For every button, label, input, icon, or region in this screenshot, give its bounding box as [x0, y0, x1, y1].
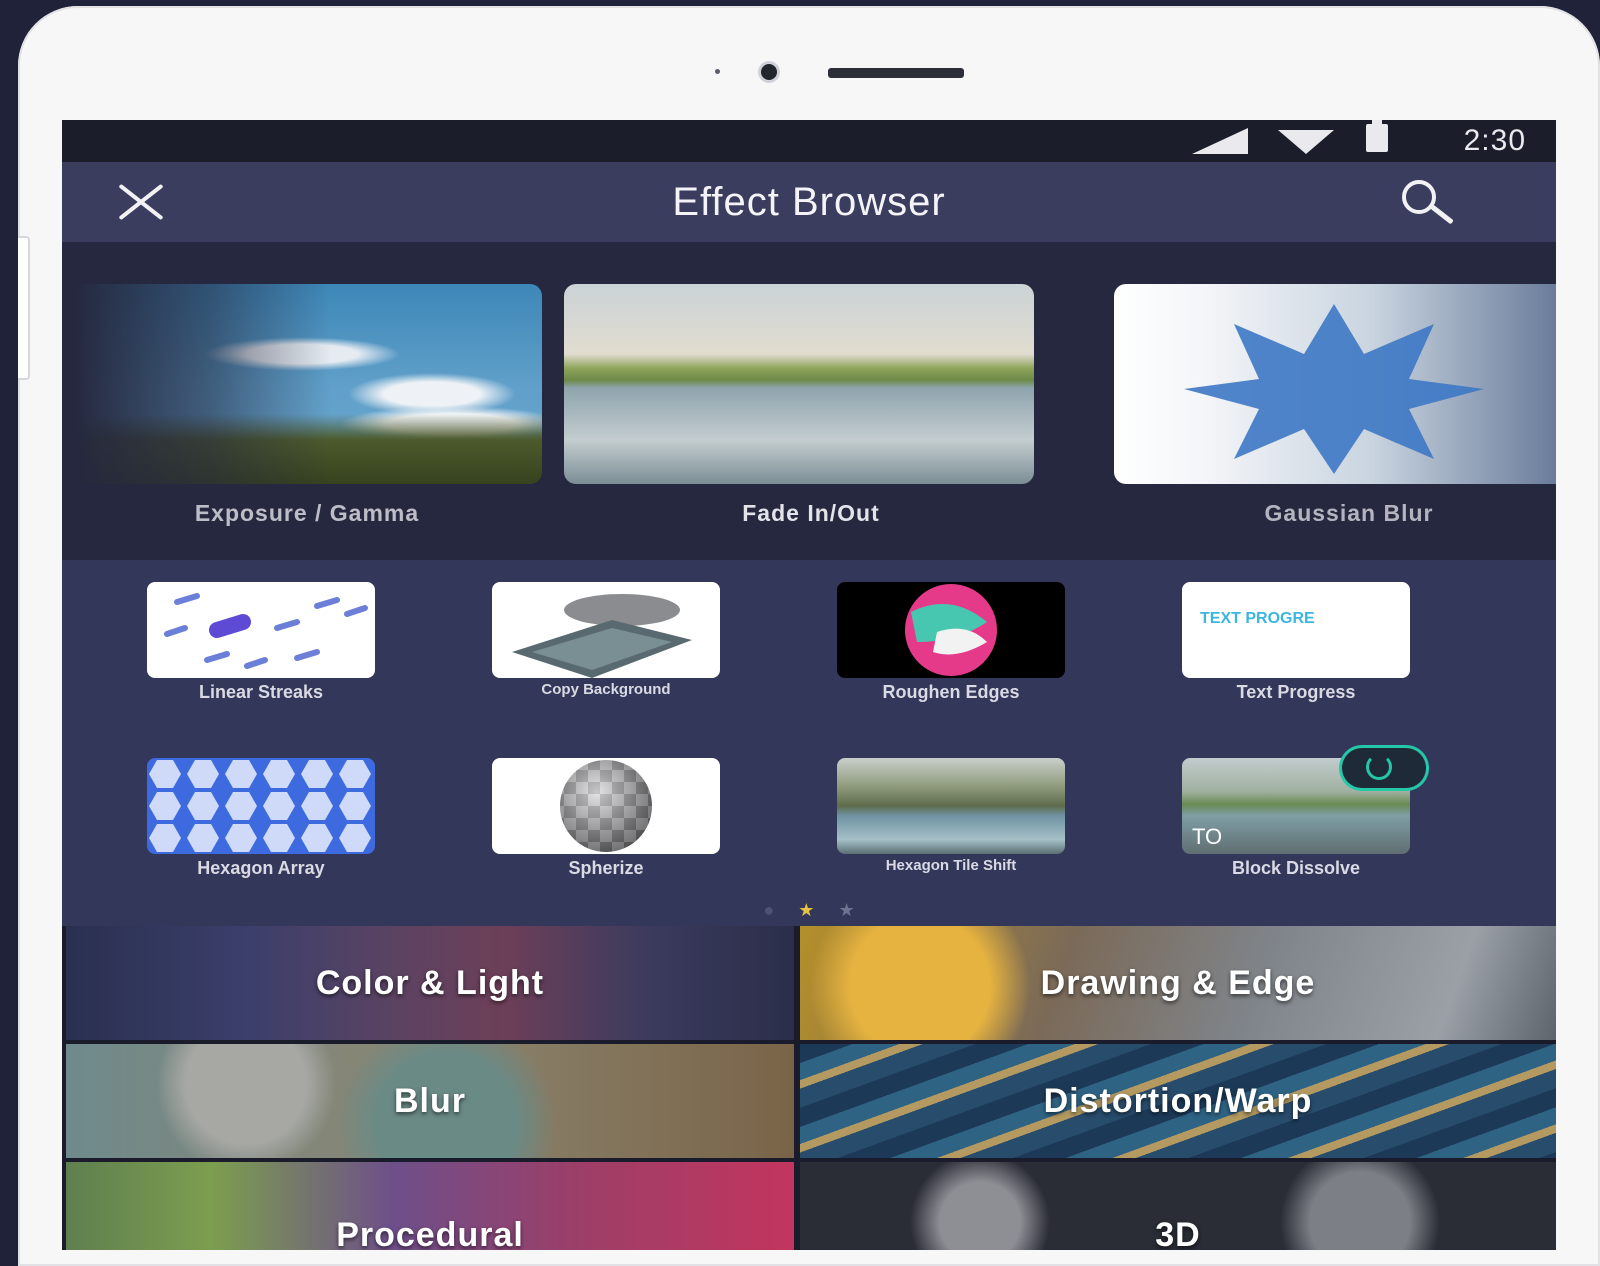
- status-bar: 2:30: [62, 120, 1556, 162]
- effect-tile-text-progress[interactable]: TEXT PROGRE Text Progress: [1182, 582, 1412, 701]
- thumbnail-text: TEXT PROGRE: [1200, 610, 1315, 627]
- featured-label: Exposure / Gamma: [194, 500, 420, 526]
- battery-icon: [1366, 120, 1388, 152]
- cell-signal-icon: [1192, 128, 1248, 154]
- category-distortion-warp[interactable]: Distortion/Warp: [800, 1044, 1556, 1158]
- category-label: Blur: [394, 1081, 466, 1120]
- effect-thumbnail: [147, 582, 375, 678]
- category-blur[interactable]: Blur: [66, 1044, 794, 1158]
- effect-thumbnail: [837, 758, 1065, 854]
- effects-grid: Linear Streaks Copy Background Roughen E…: [62, 560, 1556, 926]
- category-label: Color & Light: [315, 963, 545, 1002]
- category-label: Drawing & Edge: [1040, 963, 1316, 1002]
- category-label: Procedural: [336, 1216, 524, 1250]
- status-time: 2:30: [1463, 124, 1526, 157]
- page-title: Effect Browser: [672, 180, 946, 224]
- effect-thumbnail: [147, 758, 375, 854]
- featured-label: Gaussian Blur: [1264, 500, 1434, 526]
- effect-thumbnail: [837, 582, 1065, 678]
- featured-carousel[interactable]: Exposure / Gamma Fade In/Out Gaussian Bl…: [62, 242, 1556, 560]
- proximity-sensor: [715, 69, 720, 74]
- effect-label: Block Dissolve: [1231, 858, 1361, 878]
- download-badge[interactable]: [1342, 748, 1426, 788]
- progress-icon: [1366, 754, 1392, 780]
- effect-label: Spherize: [568, 858, 644, 878]
- featured-thumbnail: [72, 284, 542, 484]
- effect-tile-hexagon-array[interactable]: Hexagon Array: [147, 758, 377, 877]
- effect-label: Roughen Edges: [882, 682, 1020, 702]
- search-icon[interactable]: [1402, 180, 1462, 228]
- featured-label: Fade In/Out: [742, 500, 880, 526]
- effect-label: Hexagon Array: [197, 858, 325, 878]
- featured-thumbnail: [1114, 284, 1556, 484]
- category-procedural[interactable]: Procedural: [66, 1162, 794, 1250]
- app-toolbar: Effect Browser: [62, 162, 1556, 242]
- category-drawing-edge[interactable]: Drawing & Edge: [800, 926, 1556, 1040]
- front-camera: [761, 64, 777, 80]
- effect-tile-spherize[interactable]: Spherize: [492, 758, 722, 877]
- starburst-shape: [1184, 304, 1484, 474]
- featured-card-gaussian[interactable]: Gaussian Blur: [1114, 284, 1556, 526]
- page-dot[interactable]: ★: [838, 900, 854, 921]
- effect-label: Text Progress: [1236, 682, 1356, 702]
- earpiece-speaker: [828, 68, 964, 78]
- page-dot[interactable]: ●: [763, 900, 774, 921]
- effect-thumbnail: TEXT PROGRE: [1182, 582, 1410, 678]
- effect-label: Copy Background: [541, 681, 671, 698]
- category-label: Distortion/Warp: [1043, 1081, 1313, 1120]
- effect-label: Linear Streaks: [198, 682, 324, 702]
- effect-tile-hexagon-tile-shift[interactable]: Hexagon Tile Shift: [837, 758, 1067, 873]
- wifi-icon: [1278, 130, 1334, 154]
- effect-thumbnail: [492, 582, 720, 678]
- effect-tile-copy-background[interactable]: Copy Background: [492, 582, 722, 697]
- effect-tile-block-dissolve[interactable]: TO Block Dissolve: [1182, 748, 1426, 878]
- app-screen: 2:30 Effect Browser Exposure / Gamma Fad…: [62, 120, 1556, 1250]
- featured-card-fade[interactable]: Fade In/Out: [564, 284, 1034, 526]
- featured-card-exposure[interactable]: Exposure / Gamma: [72, 284, 542, 526]
- effect-label: Hexagon Tile Shift: [885, 857, 1017, 874]
- featured-thumbnail: [564, 284, 1034, 484]
- category-label: 3D: [1155, 1216, 1201, 1250]
- category-3d[interactable]: 3D: [800, 1162, 1556, 1250]
- category-grid: Color & Light Drawing & Edge Blur Distor…: [62, 926, 1556, 1250]
- side-button: [18, 236, 30, 380]
- page-indicator: ● ★ ★: [62, 900, 1556, 920]
- effect-tile-roughen-edges[interactable]: Roughen Edges: [837, 582, 1067, 701]
- page-dot-active[interactable]: ★: [798, 900, 814, 921]
- effect-thumbnail: [492, 758, 720, 854]
- thumbnail-text: TO: [1192, 824, 1223, 849]
- effect-tile-linear-streaks[interactable]: Linear Streaks: [147, 582, 377, 701]
- category-color-light[interactable]: Color & Light: [66, 926, 794, 1040]
